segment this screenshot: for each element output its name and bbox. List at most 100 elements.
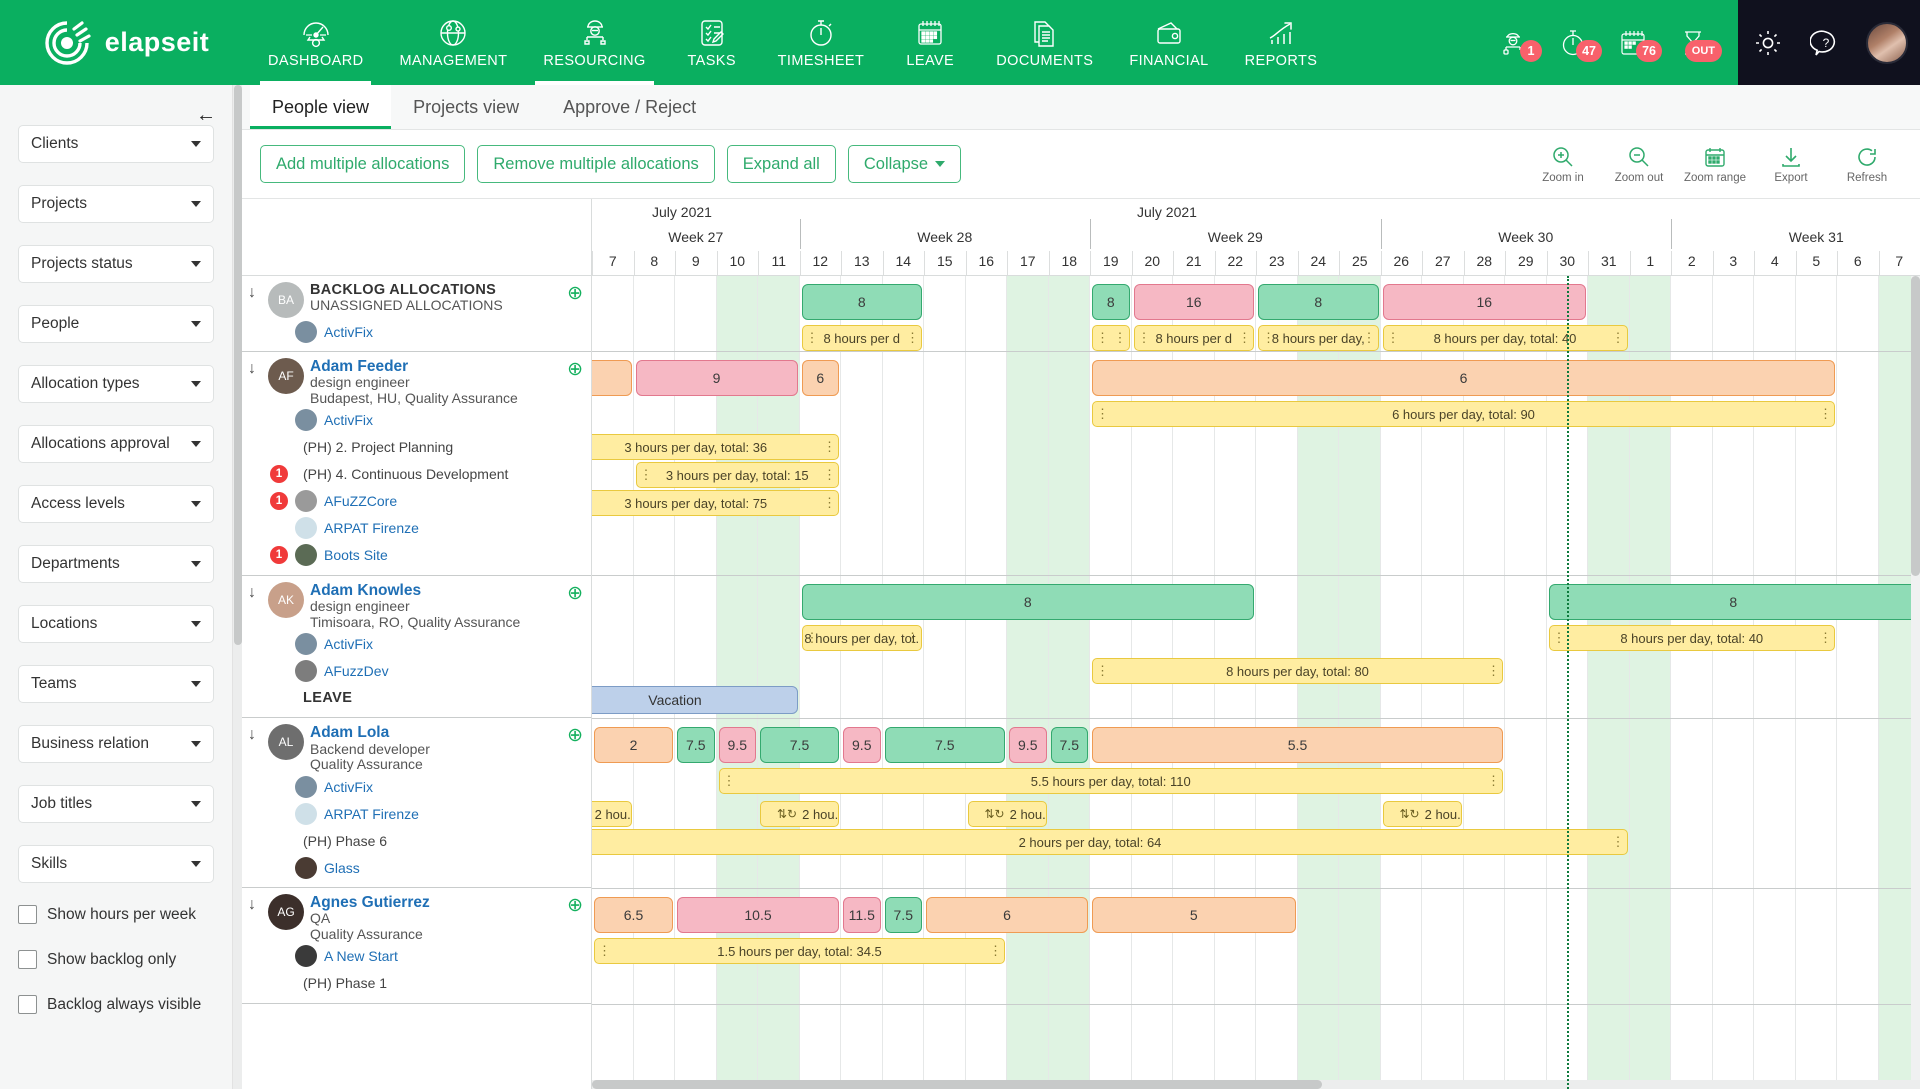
project-row[interactable]: AFuzzDev (248, 657, 583, 684)
note-drag-handle-right[interactable]: ⋮ (1819, 630, 1831, 646)
filter-clients[interactable]: Clients (18, 125, 214, 163)
add-allocation-button[interactable]: ⊕ (567, 282, 583, 303)
note-drag-handle-left[interactable]: ⋮ (806, 330, 818, 346)
add-multiple-allocations-button[interactable]: Add multiple allocations (260, 145, 465, 183)
add-allocation-button[interactable]: ⊕ (567, 894, 583, 915)
resource-name[interactable]: Agnes Gutierrez (310, 894, 561, 911)
allocation-bar[interactable]: 9.5 (719, 727, 757, 763)
allocation-bar[interactable]: 6 (926, 897, 1088, 933)
note-drag-handle-left[interactable]: ⋮ (1387, 330, 1399, 346)
allocation-bar[interactable]: 8 (1258, 284, 1379, 320)
filter-skills[interactable]: Skills (18, 845, 214, 883)
resource-header[interactable]: ↓BABACKLOG ALLOCATIONSUNASSIGNED ALLOCAT… (248, 282, 583, 318)
collapse-row-arrow[interactable]: ↓ (248, 358, 262, 377)
tab-people-view[interactable]: People view (250, 85, 391, 129)
note-drag-handle-left[interactable]: ⋮ (1262, 330, 1274, 346)
allocation-note[interactable]: ⋮8 hours per day,⋮ (1258, 325, 1379, 351)
timeline-row[interactable]: 966⋮6 hours per day, total: 90⋮⋮3 hours … (592, 352, 1920, 576)
allocation-bar[interactable]: 8 (802, 584, 1255, 620)
note-drag-handle-right[interactable]: ⋮ (823, 467, 835, 483)
allocation-bar[interactable]: 7.5 (885, 897, 923, 933)
filter-allocations-approval[interactable]: Allocations approval (18, 425, 214, 463)
allocation-note[interactable]: ⋮1.5 hours per day, total: 34.5⋮ (594, 938, 1005, 964)
note-drag-handle-right[interactable]: ⋮ (1487, 773, 1499, 789)
timeline-horizontal-scrollbar[interactable] (592, 1080, 1920, 1089)
note-drag-handle-right[interactable]: ⋮ (906, 330, 918, 346)
resource-header[interactable]: ↓ALAdam LolaBackend developerQuality Ass… (248, 724, 583, 773)
allocation-note[interactable]: ⇅↻2 hou... (760, 801, 839, 827)
allocation-note[interactable]: ⋮8 hours per d⋮ (1134, 325, 1255, 351)
allocation-bar[interactable]: 9.5 (843, 727, 881, 763)
allocation-note[interactable]: ⋮3 hours per day, total: 15⋮ (636, 462, 840, 488)
allocation-bar[interactable]: 6.5 (594, 897, 673, 933)
calendar-badge-icon[interactable]: 76 (1614, 24, 1652, 62)
allocation-note[interactable]: ⋮8 hours per day, tot.⋮ (802, 625, 923, 651)
allocation-note[interactable]: ⋮3 hours per day, total: 75⋮ (592, 490, 839, 516)
project-row[interactable]: ActivFix (248, 407, 583, 434)
nav-item-management[interactable]: MANAGEMENT (381, 0, 525, 85)
tab-projects-view[interactable]: Projects view (391, 85, 541, 129)
phase-row[interactable]: 1(PH) 4. Continuous Development (248, 461, 583, 488)
allocation-bar[interactable]: 5 (1092, 897, 1296, 933)
note-drag-handle-left[interactable]: ⋮ (1096, 330, 1108, 346)
filter-people[interactable]: People (18, 305, 214, 343)
nav-item-resourcing[interactable]: RESOURCING (525, 0, 663, 85)
nav-item-documents[interactable]: DOCUMENTS (978, 0, 1111, 85)
allocation-note[interactable]: ⋮⋮ (1092, 325, 1130, 351)
note-drag-handle-right[interactable]: ⋮ (906, 630, 918, 646)
resource-header[interactable]: ↓AGAgnes GutierrezQAQuality Assurance⊕ (248, 894, 583, 943)
nav-item-leave[interactable]: LEAVE (882, 0, 978, 85)
collapse-row-arrow[interactable]: ↓ (248, 282, 262, 301)
zoom-in-button[interactable]: Zoom in (1528, 145, 1598, 184)
tab-approve-reject[interactable]: Approve / Reject (541, 85, 718, 129)
project-row[interactable]: ActivFix (248, 318, 583, 345)
filter-projects-status[interactable]: Projects status (18, 245, 214, 283)
gear-icon[interactable] (1750, 25, 1786, 61)
filter-allocation-types[interactable]: Allocation types (18, 365, 214, 403)
allocation-note[interactable]: ⋮5.5 hours per day, total: 110⋮ (719, 768, 1504, 794)
allocation-bar[interactable]: 2 (594, 727, 673, 763)
allocation-note[interactable]: ⇅↻2 hou... (592, 801, 632, 827)
allocation-note[interactable]: ⋮8 hours per day, total: 40⋮ (1383, 325, 1628, 351)
nav-item-financial[interactable]: FINANCIAL (1111, 0, 1226, 85)
phase-row[interactable]: (PH) 2. Project Planning (248, 434, 583, 461)
remove-multiple-allocations-button[interactable]: Remove multiple allocations (477, 145, 714, 183)
note-drag-handle-right[interactable]: ⋮ (1238, 330, 1250, 346)
timeline-vertical-scrollbar[interactable] (1911, 276, 1920, 1080)
resource-name[interactable]: Adam Lola (310, 724, 561, 741)
note-drag-handle-right[interactable]: ⋮ (1612, 834, 1624, 850)
note-drag-handle-right[interactable]: ⋮ (1487, 663, 1499, 679)
stopwatch-badge-icon[interactable]: 47 (1554, 24, 1592, 62)
timeline-row[interactable]: 8816816⋮8 hours per d⋮⋮⋮⋮8 hours per d⋮⋮… (592, 276, 1920, 352)
expand-all-button[interactable]: Expand all (727, 145, 836, 183)
allocation-note[interactable]: ⋮8 hours per d⋮ (802, 325, 923, 351)
allocation-bar[interactable]: 8 (1092, 284, 1130, 320)
allocation-bar[interactable]: 8 (802, 284, 923, 320)
allocation-bar[interactable]: 9 (636, 360, 798, 396)
allocation-bar[interactable]: 5.5 (1092, 727, 1503, 763)
checkbox-backlog-always-visible[interactable]: Backlog always visible (18, 995, 214, 1014)
note-drag-handle-right[interactable]: ⋮ (989, 943, 1001, 959)
zoom-out-button[interactable]: Zoom out (1604, 145, 1674, 184)
allocation-note[interactable]: ⋮6 hours per day, total: 90⋮ (1092, 401, 1835, 427)
project-row[interactable]: ActivFix (248, 773, 583, 800)
checkbox-show-backlog-only[interactable]: Show backlog only (18, 950, 214, 969)
add-allocation-button[interactable]: ⊕ (567, 582, 583, 603)
project-row[interactable]: ARPAT Firenze (248, 800, 583, 827)
project-row[interactable]: 1AFuZZCore (248, 488, 583, 515)
refresh-button[interactable]: Refresh (1832, 145, 1902, 184)
resource-header[interactable]: ↓AFAdam Feederdesign engineerBudapest, H… (248, 358, 583, 407)
allocation-bar[interactable]: 7.5 (760, 727, 839, 763)
project-row[interactable]: ActivFix (248, 630, 583, 657)
checkbox-box[interactable] (18, 995, 37, 1014)
export-button[interactable]: Export (1756, 145, 1826, 184)
collapse-sidebar-button[interactable]: ← (196, 105, 216, 125)
note-drag-handle-left[interactable]: ⋮ (723, 773, 735, 789)
filter-business-relation[interactable]: Business relation (18, 725, 214, 763)
nav-item-reports[interactable]: REPORTS (1227, 0, 1336, 85)
hourglass-badge-icon[interactable]: OUT (1674, 24, 1712, 62)
allocation-bar[interactable]: 7.5 (1051, 727, 1089, 763)
allocation-note[interactable]: ⋮8 hours per day, total: 80⋮ (1092, 658, 1503, 684)
project-row[interactable]: A New Start (248, 943, 583, 970)
note-drag-handle-left[interactable]: ⋮ (640, 467, 652, 483)
